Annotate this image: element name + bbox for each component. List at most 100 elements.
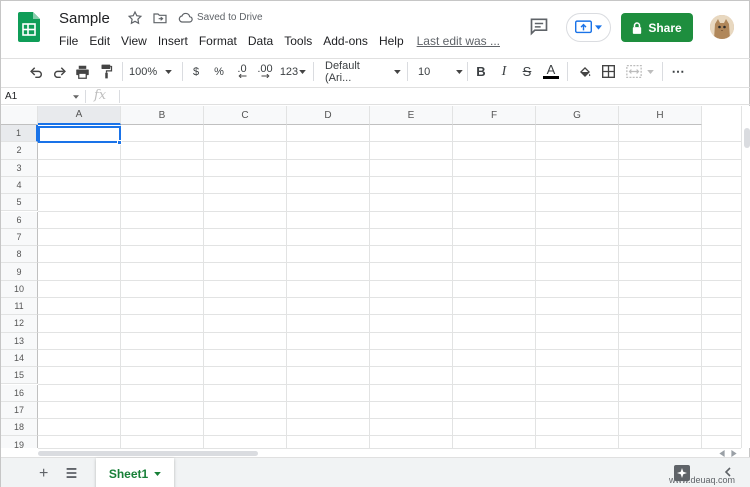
menu-edit[interactable]: Edit xyxy=(89,34,110,48)
text-color-button[interactable]: A xyxy=(542,63,560,80)
row-header-3[interactable]: 3 xyxy=(1,159,38,177)
row-header-14[interactable]: 14 xyxy=(1,349,38,368)
row-header-17[interactable]: 17 xyxy=(1,401,38,420)
currency-format-button[interactable]: $ xyxy=(189,63,203,80)
account-avatar[interactable] xyxy=(710,15,734,39)
menu-insert[interactable]: Insert xyxy=(158,34,188,48)
row-header-1[interactable]: 1 xyxy=(1,125,38,143)
chevron-down-icon xyxy=(73,95,79,99)
grid-column-line xyxy=(452,125,453,448)
increase-decimals-button[interactable]: .00 xyxy=(255,63,275,80)
row-header-12[interactable]: 12 xyxy=(1,315,38,333)
grid-row-line xyxy=(38,262,741,264)
decrease-decimals-button[interactable]: .0 xyxy=(233,63,251,80)
chevron-down-icon xyxy=(154,471,162,476)
scroll-right-icon[interactable] xyxy=(731,450,737,457)
chevron-down-icon xyxy=(299,69,307,74)
sheets-logo-icon[interactable] xyxy=(18,12,40,42)
row-header-16[interactable]: 16 xyxy=(1,384,38,402)
document-title[interactable]: Sample xyxy=(59,10,110,27)
paint-format-icon[interactable] xyxy=(97,63,115,80)
menu-tools[interactable]: Tools xyxy=(284,34,312,48)
borders-icon[interactable] xyxy=(599,63,617,80)
column-header-g[interactable]: G xyxy=(536,106,619,125)
formula-input[interactable] xyxy=(125,91,735,103)
save-status: Saved to Drive xyxy=(197,12,263,23)
column-header-e[interactable]: E xyxy=(370,106,453,125)
font-family-value: Default (Ari... xyxy=(325,59,360,84)
menu-format[interactable]: Format xyxy=(199,34,237,48)
star-icon[interactable] xyxy=(126,9,144,27)
merge-cells-select[interactable] xyxy=(623,63,657,80)
row-header-7[interactable]: 7 xyxy=(1,228,38,247)
row-header-10[interactable]: 10 xyxy=(1,280,38,298)
column-header-h[interactable]: H xyxy=(619,106,702,125)
row-header-4[interactable]: 4 xyxy=(1,176,38,195)
grid-row-line xyxy=(38,193,741,195)
scroll-left-icon[interactable] xyxy=(719,450,725,457)
fill-color-icon[interactable] xyxy=(576,63,594,80)
grid-column-line xyxy=(286,125,287,448)
zoom-select[interactable]: 100% xyxy=(129,63,177,80)
text-color-swatch xyxy=(543,76,559,79)
menu-add-ons[interactable]: Add-ons xyxy=(323,34,368,48)
grid-row-line xyxy=(38,227,741,229)
fx-icon: fx xyxy=(94,88,107,103)
all-sheets-icon[interactable] xyxy=(65,466,78,484)
selected-cell-a1[interactable] xyxy=(38,126,121,143)
font-size-select[interactable]: 10 xyxy=(418,63,463,80)
redo-icon[interactable] xyxy=(50,63,68,80)
spreadsheet-grid[interactable]: A B C D E F G H 1 2 3 4 5 6 7 8 9 10 11 12 13 14 15 16 17 18 19 xyxy=(1,106,741,448)
menu-data[interactable]: Data xyxy=(248,34,273,48)
menu-file[interactable]: File xyxy=(59,34,78,48)
menu-view[interactable]: View xyxy=(121,34,147,48)
row-header-9[interactable]: 9 xyxy=(1,263,38,281)
toolbar-divider xyxy=(567,62,568,81)
font-family-select[interactable]: Default (Ari... xyxy=(325,60,401,84)
add-sheet-icon[interactable]: + xyxy=(39,465,48,483)
row-header-19[interactable]: 19 xyxy=(1,436,38,448)
present-button[interactable] xyxy=(566,13,611,42)
column-header-b[interactable]: B xyxy=(121,106,204,125)
vertical-scrollbar-thumb[interactable] xyxy=(744,128,750,148)
percent-format-button[interactable]: % xyxy=(211,63,227,80)
row-header-15[interactable]: 15 xyxy=(1,367,38,385)
row-header-11[interactable]: 11 xyxy=(1,298,38,316)
column-header-f[interactable]: F xyxy=(453,106,536,125)
move-to-folder-icon[interactable] xyxy=(151,9,169,27)
menu-bar: File Edit View Insert Format Data Tools … xyxy=(59,34,511,48)
vertical-scrollbar[interactable] xyxy=(741,106,750,448)
more-formats-select[interactable]: 123 xyxy=(279,63,307,80)
column-header-d[interactable]: D xyxy=(287,106,370,125)
horizontal-scrollbar-thumb[interactable] xyxy=(38,451,258,456)
column-header-a[interactable]: A xyxy=(38,106,121,125)
share-button[interactable]: Share xyxy=(621,13,693,42)
more-options-button[interactable]: ⋯ xyxy=(669,63,687,80)
menu-help[interactable]: Help xyxy=(379,34,404,48)
print-icon[interactable] xyxy=(73,63,91,80)
row-header-18[interactable]: 18 xyxy=(1,419,38,437)
row-header-5[interactable]: 5 xyxy=(1,194,38,212)
italic-button[interactable]: I xyxy=(496,63,512,80)
row-header-13[interactable]: 13 xyxy=(1,332,38,350)
fill-handle[interactable] xyxy=(117,140,122,145)
sheet-tab-sheet1[interactable]: Sheet1 xyxy=(96,458,174,487)
chevron-down-icon xyxy=(394,69,401,74)
column-header-c[interactable]: C xyxy=(204,106,287,125)
cloud-done-icon[interactable] xyxy=(177,9,195,27)
merge-cells-icon xyxy=(626,65,642,78)
toolbar-divider xyxy=(313,62,314,81)
bold-button[interactable]: B xyxy=(473,63,489,80)
grid-row-line xyxy=(38,297,741,298)
undo-icon[interactable] xyxy=(27,63,45,80)
select-all-corner[interactable] xyxy=(1,106,38,125)
horizontal-scrollbar[interactable] xyxy=(38,448,741,457)
strikethrough-button[interactable]: S xyxy=(519,63,535,80)
name-box-value: A1 xyxy=(5,91,18,102)
row-header-2[interactable]: 2 xyxy=(1,142,38,160)
row-header-8[interactable]: 8 xyxy=(1,246,38,264)
name-box[interactable]: A1 xyxy=(5,91,81,102)
comments-icon[interactable] xyxy=(529,16,549,36)
last-edit-link[interactable]: Last edit was ... xyxy=(417,34,500,48)
row-header-6[interactable]: 6 xyxy=(1,211,38,229)
